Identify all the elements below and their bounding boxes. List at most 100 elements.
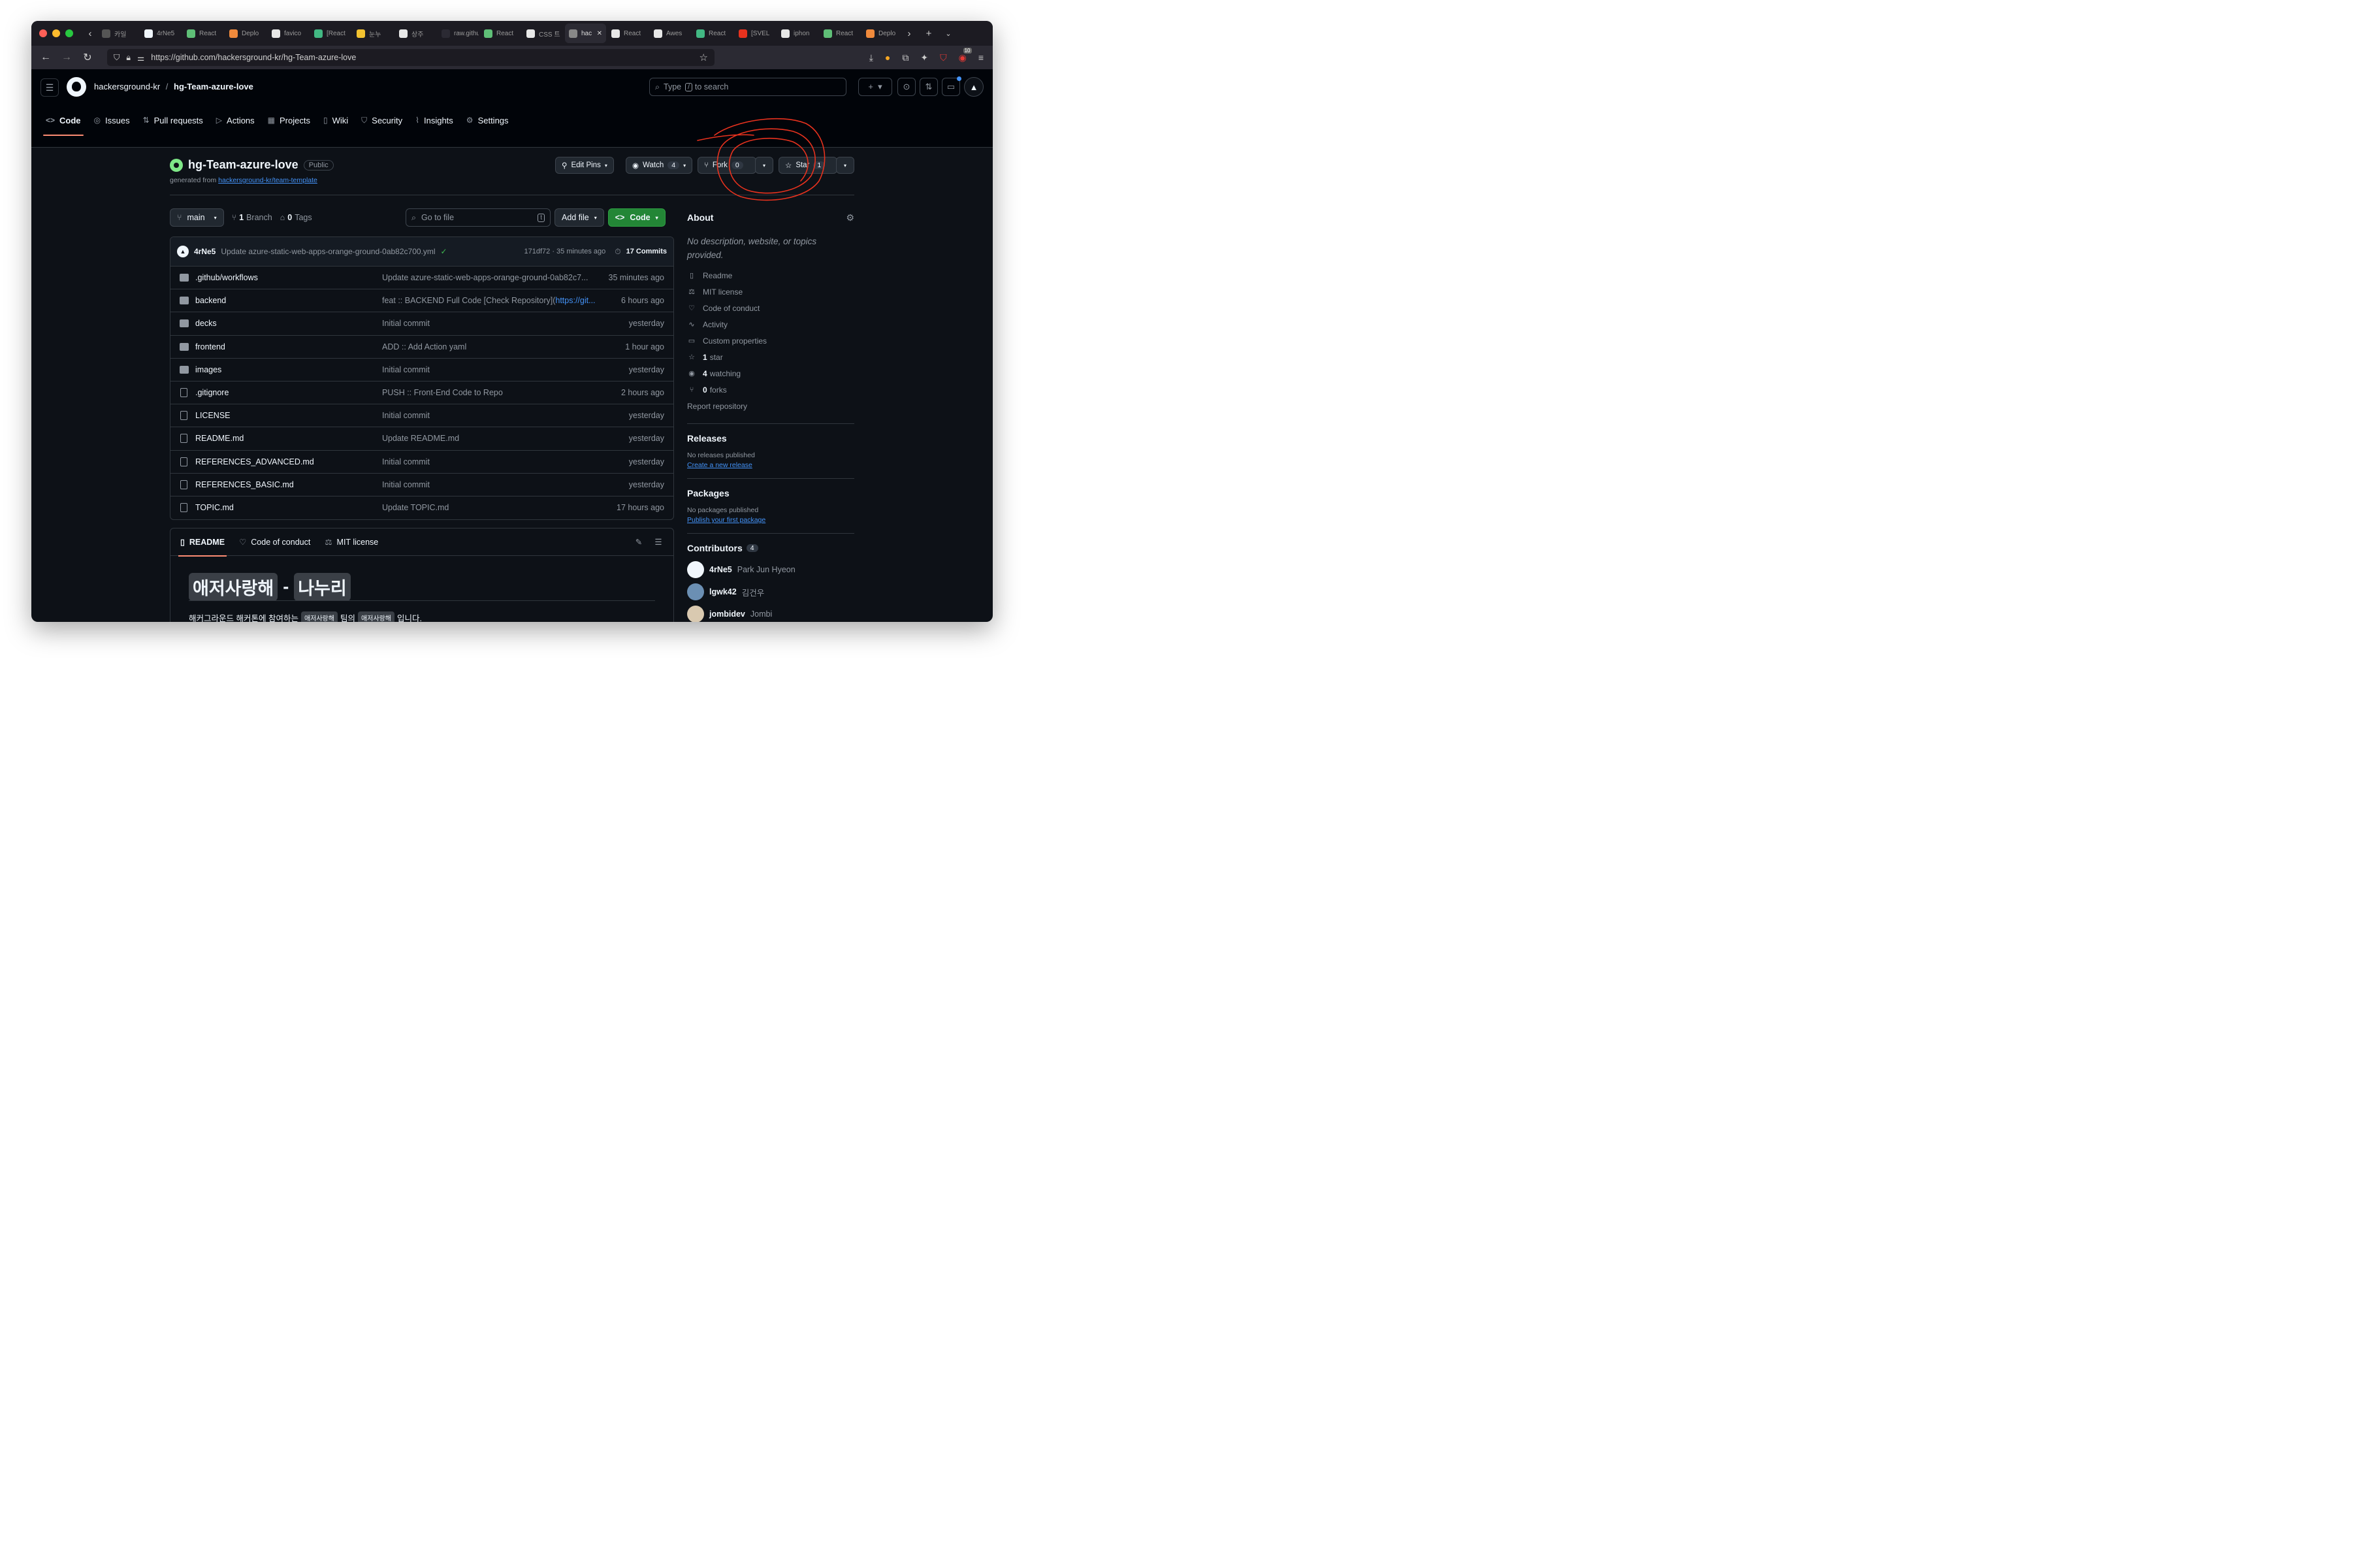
create-release-link[interactable]: Create a new release: [687, 461, 854, 469]
publish-package-link[interactable]: Publish your first package: [687, 516, 854, 524]
go-to-file-input[interactable]: ⌕ Go to file t: [406, 208, 551, 227]
about-item-custom-properties[interactable]: ▭ Custom properties: [687, 333, 854, 349]
file-name[interactable]: decks: [195, 319, 382, 328]
outline-list-icon[interactable]: ☰: [649, 537, 668, 547]
table-row[interactable]: .github/workflows Update azure-static-web…: [170, 267, 673, 290]
table-row[interactable]: REFERENCES_ADVANCED.md Initial commit yest…: [170, 451, 673, 474]
about-item-code-of-conduct[interactable]: ♡ Code of conduct: [687, 300, 854, 316]
breadcrumb-repo[interactable]: hg-Team-azure-love: [174, 82, 253, 91]
browser-tab[interactable]: Deplo: [225, 24, 266, 43]
pull-requests-icon[interactable]: ⇅: [920, 78, 938, 96]
file-commit-message-link[interactable]: https://git...: [555, 296, 595, 305]
commit-author-avatar[interactable]: ▲: [177, 246, 189, 257]
about-item-activity[interactable]: ∿ Activity: [687, 316, 854, 333]
table-row[interactable]: REFERENCES_BASIC.md Initial commit yesterd…: [170, 474, 673, 496]
breadcrumb-owner[interactable]: hackersground-kr: [94, 82, 160, 91]
gear-icon[interactable]: ⚙: [846, 212, 854, 223]
file-name[interactable]: TOPIC.md: [195, 503, 382, 512]
tab-scroll-right-icon[interactable]: ›: [901, 28, 917, 39]
tab-mit-license[interactable]: ⚖ MIT license: [320, 528, 383, 556]
file-name[interactable]: REFERENCES_ADVANCED.md: [195, 457, 382, 466]
table-row[interactable]: images Initial commit yesterday: [170, 359, 673, 382]
contributor-login[interactable]: lgwk42: [709, 587, 737, 596]
releases-title[interactable]: Releases: [687, 433, 854, 444]
shield-icon[interactable]: ⛉: [114, 53, 120, 63]
user-avatar[interactable]: ▲: [964, 77, 984, 97]
commit-author[interactable]: 4rNe5: [194, 247, 216, 256]
branch-selector[interactable]: ⑂ main ▾: [170, 208, 224, 227]
tab-code-of-conduct[interactable]: ♡ Code of conduct: [234, 528, 315, 556]
browser-tab[interactable]: 카일: [98, 24, 139, 43]
hamburger-menu-icon[interactable]: ☰: [40, 78, 59, 97]
tab-projects[interactable]: ▦ Projects: [261, 106, 317, 135]
about-item-star[interactable]: ☆ 1 star: [687, 349, 854, 365]
tags-link[interactable]: ⌂ 0 Tags: [280, 213, 312, 222]
star-button[interactable]: ☆ Star 1: [779, 157, 837, 174]
file-commit-message[interactable]: Update README.md: [382, 434, 598, 443]
tab-actions[interactable]: ▷ Actions: [210, 106, 261, 135]
zoom-window-button[interactable]: [65, 29, 73, 37]
file-commit-message[interactable]: feat :: BACKEND Full Code [Check Reposit…: [382, 296, 598, 305]
file-name[interactable]: backend: [195, 296, 382, 305]
file-name[interactable]: images: [195, 365, 382, 374]
reload-icon[interactable]: ↻: [77, 51, 98, 64]
browser-tab[interactable]: hac ✕: [565, 24, 606, 43]
browser-tab[interactable]: [SVEL: [735, 24, 776, 43]
about-item-forks[interactable]: ⑂ 0 forks: [687, 382, 854, 398]
app-menu-icon[interactable]: ≡: [978, 52, 984, 63]
edit-pencil-icon[interactable]: ✎: [629, 537, 649, 547]
about-item-mit-license[interactable]: ⚖ MIT license: [687, 284, 854, 300]
file-commit-message[interactable]: Initial commit: [382, 319, 598, 328]
create-new-button[interactable]: + ▾: [858, 78, 892, 96]
profile-extension-icon[interactable]: ●: [885, 52, 890, 63]
tab-pull-requests[interactable]: ⇅ Pull requests: [137, 106, 210, 135]
browser-tab[interactable]: Awes: [650, 24, 691, 43]
browser-tab[interactable]: React: [183, 24, 224, 43]
address-bar[interactable]: ⛉ 🔒︎ ⚌ https://github.com/hackersground-…: [107, 49, 715, 66]
avatar[interactable]: [687, 561, 704, 578]
browser-tab[interactable]: raw.github: [438, 24, 479, 43]
tab-security[interactable]: ⛉ Security: [355, 106, 409, 135]
file-commit-message[interactable]: Initial commit: [382, 457, 598, 466]
contributor-item[interactable]: jombidev Jombi: [687, 603, 854, 622]
tab-insights[interactable]: ⌇ Insights: [409, 106, 460, 135]
ublock-shield-icon[interactable]: ⛉: [940, 52, 947, 63]
code-button[interactable]: <> Code ▾: [607, 208, 666, 227]
global-search-input[interactable]: ⌕ Type / to search: [649, 78, 846, 96]
table-row[interactable]: decks Initial commit yesterday: [170, 312, 673, 336]
table-row[interactable]: .gitignore PUSH :: Front-End Code to Repo…: [170, 382, 673, 405]
fork-button[interactable]: ⑂ Fork 0: [698, 157, 756, 174]
commits-link[interactable]: 17 Commits: [626, 248, 667, 255]
downloads-icon[interactable]: ⤓: [869, 52, 873, 63]
about-item-watching[interactable]: ◉ 4 watching: [687, 365, 854, 382]
browser-tab[interactable]: React: [480, 24, 521, 43]
close-tab-icon[interactable]: ✕: [597, 30, 602, 37]
github-logo-icon[interactable]: [67, 77, 86, 97]
notification-extension-icon[interactable]: ◉ 10: [959, 47, 972, 63]
file-name[interactable]: REFERENCES_BASIC.md: [195, 480, 382, 489]
close-window-button[interactable]: [39, 29, 47, 37]
avatar[interactable]: [687, 583, 704, 600]
inbox-icon[interactable]: ▭: [942, 76, 961, 96]
contributor-login[interactable]: 4rNe5: [709, 565, 732, 574]
url-text[interactable]: https://github.com/hackersground-kr/hg-T…: [151, 53, 692, 62]
file-commit-message[interactable]: Initial commit: [382, 480, 598, 489]
avatar[interactable]: [687, 606, 704, 622]
lock-icon[interactable]: 🔒︎: [126, 53, 131, 63]
browser-tab[interactable]: iphon: [777, 24, 818, 43]
table-row[interactable]: backend feat :: BACKEND Full Code [Check …: [170, 289, 673, 313]
about-item-readme[interactable]: ▯ Readme: [687, 267, 854, 284]
contributor-item[interactable]: 4rNe5 Park Jun Hyeon: [687, 559, 854, 581]
browser-tab[interactable]: [React: [310, 24, 351, 43]
issues-icon[interactable]: ⊙: [897, 78, 916, 96]
history-icon[interactable]: ⏱︎: [615, 247, 620, 257]
check-icon[interactable]: ✓: [441, 247, 447, 256]
file-commit-message[interactable]: Initial commit: [382, 411, 598, 420]
tab-settings[interactable]: ⚙ Settings: [460, 106, 515, 135]
permissions-icon[interactable]: ⚌: [137, 53, 144, 63]
file-commit-message[interactable]: PUSH :: Front-End Code to Repo: [382, 388, 598, 397]
file-name[interactable]: LICENSE: [195, 411, 382, 420]
branches-link[interactable]: ⑂ 1 Branch: [232, 213, 272, 222]
file-commit-message[interactable]: Initial commit: [382, 365, 598, 374]
file-name[interactable]: .gitignore: [195, 388, 382, 397]
